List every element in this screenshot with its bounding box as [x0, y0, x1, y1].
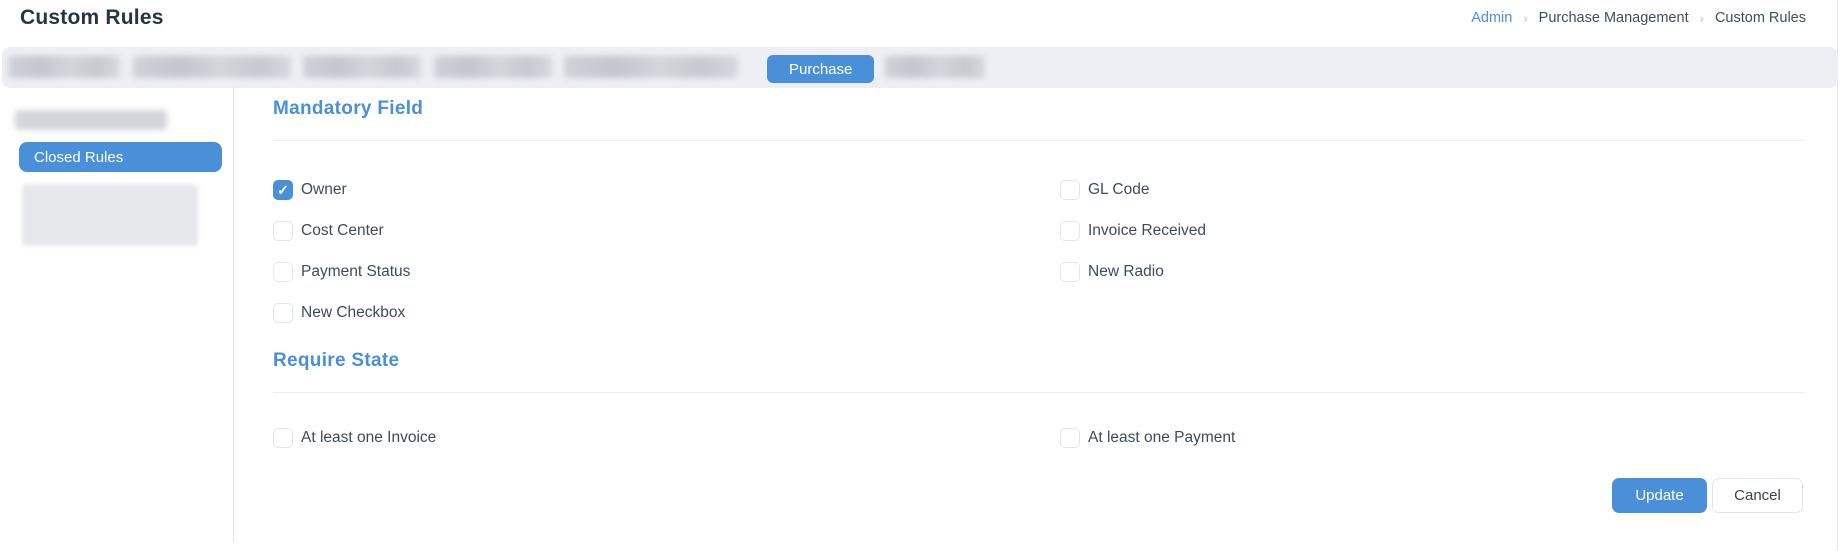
tab-redacted[interactable] [133, 56, 291, 78]
section-title-require-state: Require State [273, 350, 399, 372]
update-button[interactable]: Update [1612, 478, 1707, 513]
checkbox-new-checkbox[interactable] [273, 303, 293, 323]
breadcrumb-purchase-management[interactable]: Purchase Management [1539, 10, 1689, 26]
tab-redacted[interactable] [434, 56, 552, 78]
breadcrumb-custom-rules: Custom Rules [1715, 10, 1806, 26]
checkbox-label: Payment Status [301, 263, 410, 281]
checkbox-row-cost-center[interactable]: Cost Center [273, 221, 1060, 241]
checkbox-label: Owner [301, 181, 347, 199]
footer-actions: Update Cancel [1612, 478, 1803, 513]
checkbox-row-owner[interactable]: Owner [273, 180, 1060, 200]
sidebar-item-closed-rules[interactable]: Closed Rules [19, 142, 222, 172]
checkbox-gl-code[interactable] [1060, 180, 1080, 200]
checkbox-row-at-least-one-invoice[interactable]: At least one Invoice [273, 428, 1060, 448]
checkbox-label: New Checkbox [301, 304, 405, 322]
checkbox-payment-status[interactable] [273, 262, 293, 282]
section-divider [273, 140, 1805, 141]
breadcrumb: Admin › Purchase Management › Custom Rul… [1471, 10, 1806, 26]
sidebar-divider [233, 88, 234, 543]
checkbox-row-payment-status[interactable]: Payment Status [273, 262, 1060, 282]
checkbox-owner[interactable] [273, 180, 293, 200]
section-title-mandatory-field: Mandatory Field [273, 98, 423, 120]
checkbox-row-invoice-received[interactable]: Invoice Received [1060, 221, 1206, 241]
require-state-checkbox-grid: At least one Invoice At least one Paymen… [273, 428, 1235, 448]
module-tabbar: Purchase [2, 47, 1838, 88]
page-title: Custom Rules [20, 6, 164, 30]
checkbox-row-at-least-one-payment[interactable]: At least one Payment [1060, 428, 1235, 448]
tab-redacted[interactable] [564, 56, 738, 78]
breadcrumb-admin[interactable]: Admin [1471, 10, 1512, 26]
checkbox-grid-spacer [1060, 303, 1206, 323]
checkbox-label: GL Code [1088, 181, 1149, 199]
tab-redacted[interactable] [885, 56, 985, 78]
cancel-button[interactable]: Cancel [1712, 478, 1803, 513]
checkbox-invoice-received[interactable] [1060, 221, 1080, 241]
checkbox-label: Cost Center [301, 222, 384, 240]
checkbox-label: Invoice Received [1088, 222, 1206, 240]
checkbox-cost-center[interactable] [273, 221, 293, 241]
checkbox-row-new-radio[interactable]: New Radio [1060, 262, 1206, 282]
checkbox-at-least-one-invoice[interactable] [273, 428, 293, 448]
checkbox-label: At least one Payment [1088, 429, 1235, 447]
tab-purchase[interactable]: Purchase [767, 55, 874, 83]
checkbox-row-new-checkbox[interactable]: New Checkbox [273, 303, 1060, 323]
custom-rules-page: Custom Rules Admin › Purchase Management… [0, 0, 1840, 551]
tab-redacted[interactable] [303, 56, 421, 78]
checkbox-label: At least one Invoice [301, 429, 436, 447]
breadcrumb-separator-icon: › [1700, 11, 1704, 26]
checkbox-new-radio[interactable] [1060, 262, 1080, 282]
section-divider [273, 392, 1805, 393]
checkbox-at-least-one-payment[interactable] [1060, 428, 1080, 448]
sidebar-item-redacted[interactable] [22, 184, 198, 246]
checkbox-row-gl-code[interactable]: GL Code [1060, 180, 1206, 200]
sidebar-item-redacted[interactable] [15, 110, 167, 130]
breadcrumb-separator-icon: › [1523, 11, 1527, 26]
tab-redacted[interactable] [8, 56, 120, 78]
checkbox-label: New Radio [1088, 263, 1164, 281]
mandatory-field-checkbox-grid: Owner GL Code Cost Center Invoice Receiv… [273, 180, 1206, 323]
